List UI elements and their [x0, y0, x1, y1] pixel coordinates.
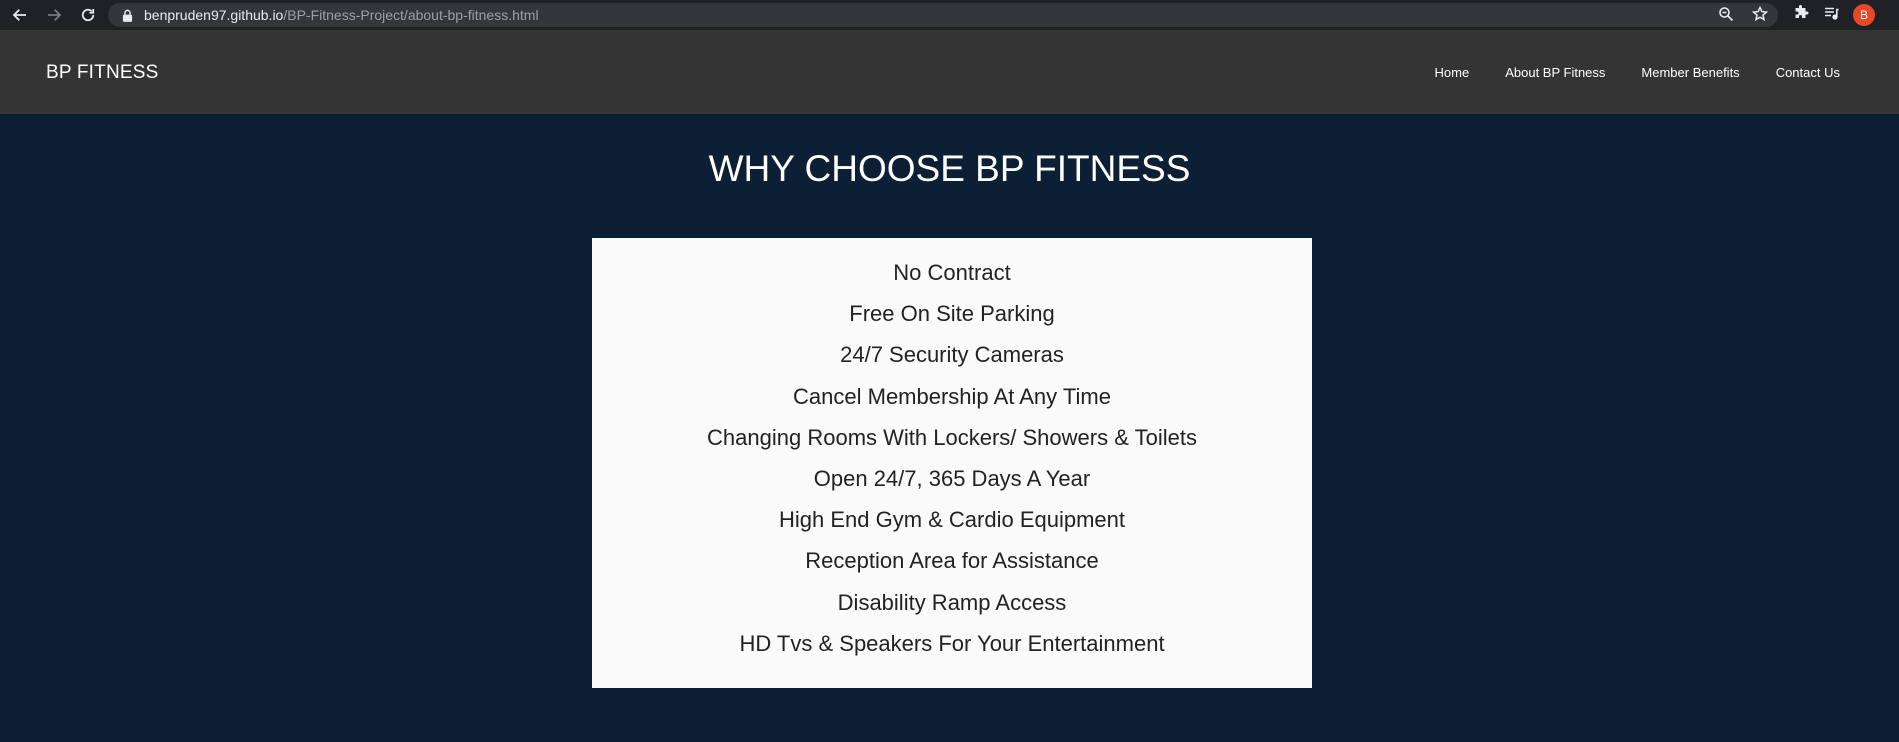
- browser-toolbar: benpruden97.github.io/BP-Fitness-Project…: [0, 0, 1899, 30]
- site-header: BP FITNESS Home About BP Fitness Member …: [0, 30, 1899, 114]
- benefit-item: No Contract: [893, 260, 1011, 285]
- nav-about[interactable]: About BP Fitness: [1505, 65, 1605, 80]
- main-nav: Home About BP Fitness Member Benefits Co…: [1435, 65, 1840, 80]
- benefit-item: Changing Rooms With Lockers/ Showers & T…: [707, 424, 1197, 450]
- nav-member-benefits[interactable]: Member Benefits: [1641, 65, 1739, 80]
- benefit-item: High End Gym & Cardio Equipment: [778, 507, 1126, 533]
- profile-avatar[interactable]: B: [1853, 4, 1875, 26]
- address-bar-actions: [1718, 3, 1769, 27]
- star-icon[interactable]: [1751, 5, 1769, 25]
- benefit-item: Disability Ramp Access: [837, 589, 1067, 615]
- benefit-item: HD Tvs & Speakers For Your Entertainment: [739, 630, 1165, 656]
- back-arrow-icon[interactable]: [6, 1, 34, 29]
- benefit-item: Free On Site Parking: [849, 301, 1055, 327]
- benefit-item: Open 24/7, 365 Days A Year: [813, 465, 1091, 491]
- forward-arrow-icon[interactable]: [40, 1, 68, 29]
- benefits-panel: No Contract Free On Site Parking 24/7 Se…: [592, 238, 1312, 688]
- url-host: benpruden97.github.io: [144, 7, 284, 23]
- nav-contact[interactable]: Contact Us: [1776, 65, 1840, 80]
- zoom-icon[interactable]: [1718, 6, 1734, 25]
- benefit-item: 24/7 Security Cameras: [840, 342, 1064, 368]
- benefit-item: Reception Area for Assistance: [805, 548, 1099, 574]
- extensions-area: B: [1793, 0, 1899, 30]
- lock-icon: [122, 8, 134, 22]
- nav-home[interactable]: Home: [1435, 65, 1470, 80]
- address-bar[interactable]: benpruden97.github.io/BP-Fitness-Project…: [108, 3, 1778, 27]
- puzzle-icon[interactable]: [1793, 4, 1809, 26]
- media-queue-icon[interactable]: [1823, 5, 1839, 26]
- benefit-item: Cancel Membership At Any Time: [793, 383, 1111, 409]
- kebab-menu-icon[interactable]: [1889, 5, 1895, 26]
- url-path: /BP-Fitness-Project/about-bp-fitness.htm…: [283, 7, 539, 23]
- brand-logo[interactable]: BP FITNESS: [46, 62, 159, 84]
- benefits-list: No Contract Free On Site Parking 24/7 Se…: [592, 252, 1312, 664]
- reload-icon[interactable]: [74, 1, 102, 29]
- page-title: WHY CHOOSE BP FITNESS: [708, 148, 1191, 189]
